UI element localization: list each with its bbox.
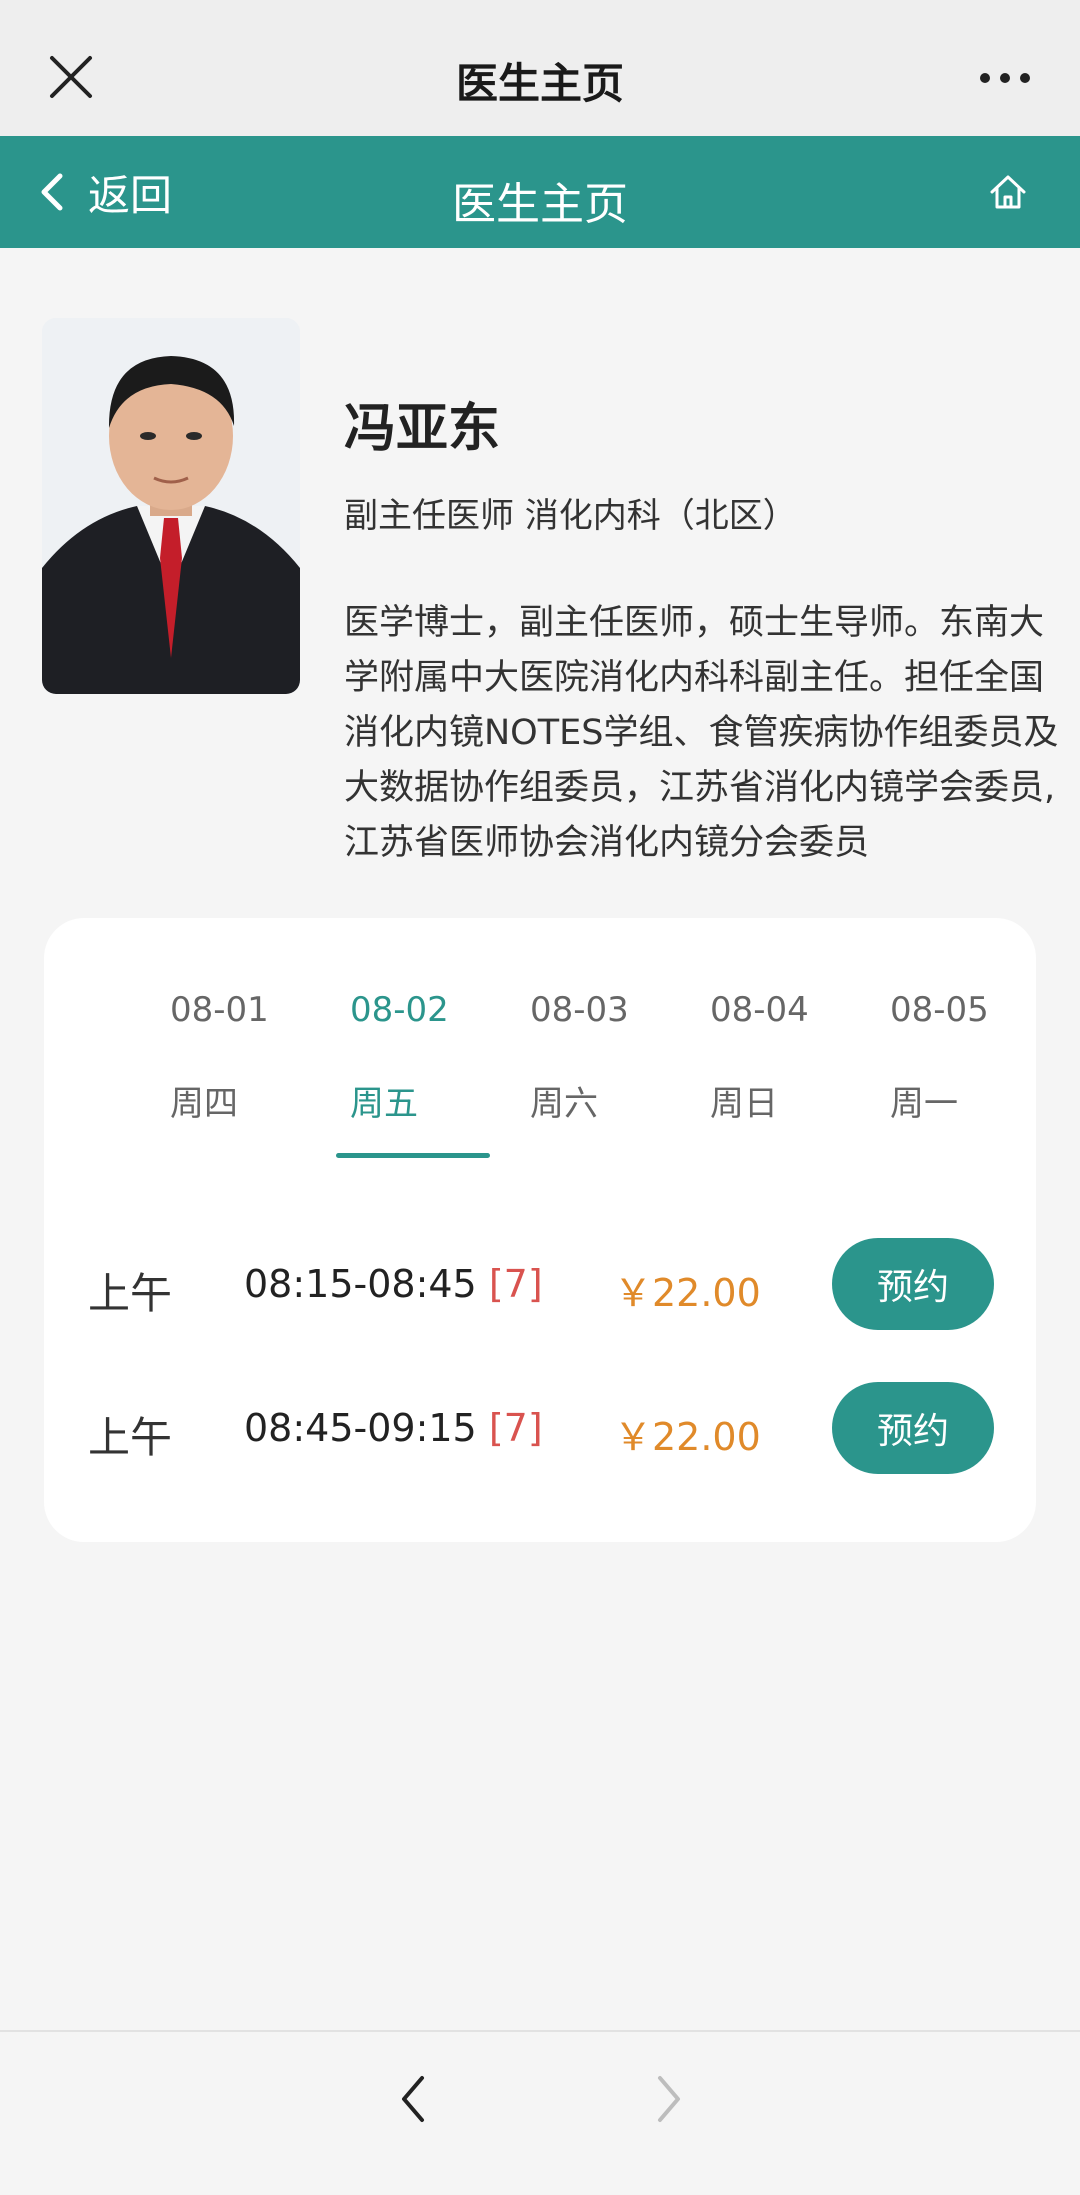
back-button[interactable]: 返回	[36, 166, 172, 220]
doctor-name: 冯亚东	[344, 399, 501, 459]
date-tab-08-04[interactable]: 08-04 周日	[686, 990, 866, 1124]
date-tab-08-03[interactable]: 08-03 周六	[506, 990, 686, 1124]
doctor-photo	[42, 318, 300, 694]
slot-time: 08:15-08:45 [7]	[244, 1262, 543, 1306]
doctor-title: 副主任医师 消化内科（北区）	[344, 496, 797, 536]
slot-period: 上午	[88, 1413, 173, 1462]
book-button[interactable]: 预约	[832, 1238, 994, 1330]
wechat-title: 医生主页	[455, 59, 624, 108]
chevron-left-icon	[41, 173, 63, 211]
app-header: 返回 医生主页	[0, 136, 1080, 248]
doctor-bio[interactable]: 医学博士，副主任医师，硕士生导师。东南大学附属中大医院消化内科科副主任。担任全国…	[344, 596, 1074, 871]
slot-time: 08:45-09:15 [7]	[244, 1406, 543, 1450]
date-tab-08-01[interactable]: 08-01 周四	[146, 990, 326, 1124]
more-icon[interactable]	[978, 70, 1032, 86]
book-button[interactable]: 预约	[832, 1382, 994, 1474]
wechat-title-bar: 医生主页	[0, 0, 1080, 136]
time-slot-row: 上午 08:45-09:15 [7] ￥22.00 预约	[44, 1382, 1036, 1474]
date-tab-08-05[interactable]: 08-05 周一	[866, 990, 993, 1124]
slot-period: 上午	[88, 1269, 173, 1318]
home-icon[interactable]	[986, 170, 1030, 214]
slot-price: ￥22.00	[614, 1271, 761, 1315]
back-label: 返回	[88, 170, 173, 220]
nav-forward-icon[interactable]	[652, 2072, 686, 2126]
slot-remaining-count: [7]	[488, 1262, 543, 1306]
date-tabs[interactable]: 31 三 08-01 周四 08-02 周五 08-03 周六 08-04 周日…	[88, 990, 993, 1180]
nav-back-icon[interactable]	[396, 2072, 430, 2126]
date-tab-08-02[interactable]: 08-02 周五	[326, 990, 506, 1158]
date-tab-07-31[interactable]: 31 三	[88, 990, 146, 1120]
slot-remaining-count: [7]	[488, 1406, 543, 1450]
time-slot-row: 上午 08:15-08:45 [7] ￥22.00 预约	[44, 1238, 1036, 1330]
schedule-card: 31 三 08-01 周四 08-02 周五 08-03 周六 08-04 周日…	[44, 918, 1036, 1542]
slot-price: ￥22.00	[614, 1415, 761, 1459]
browser-nav-bar	[0, 2030, 1080, 2195]
